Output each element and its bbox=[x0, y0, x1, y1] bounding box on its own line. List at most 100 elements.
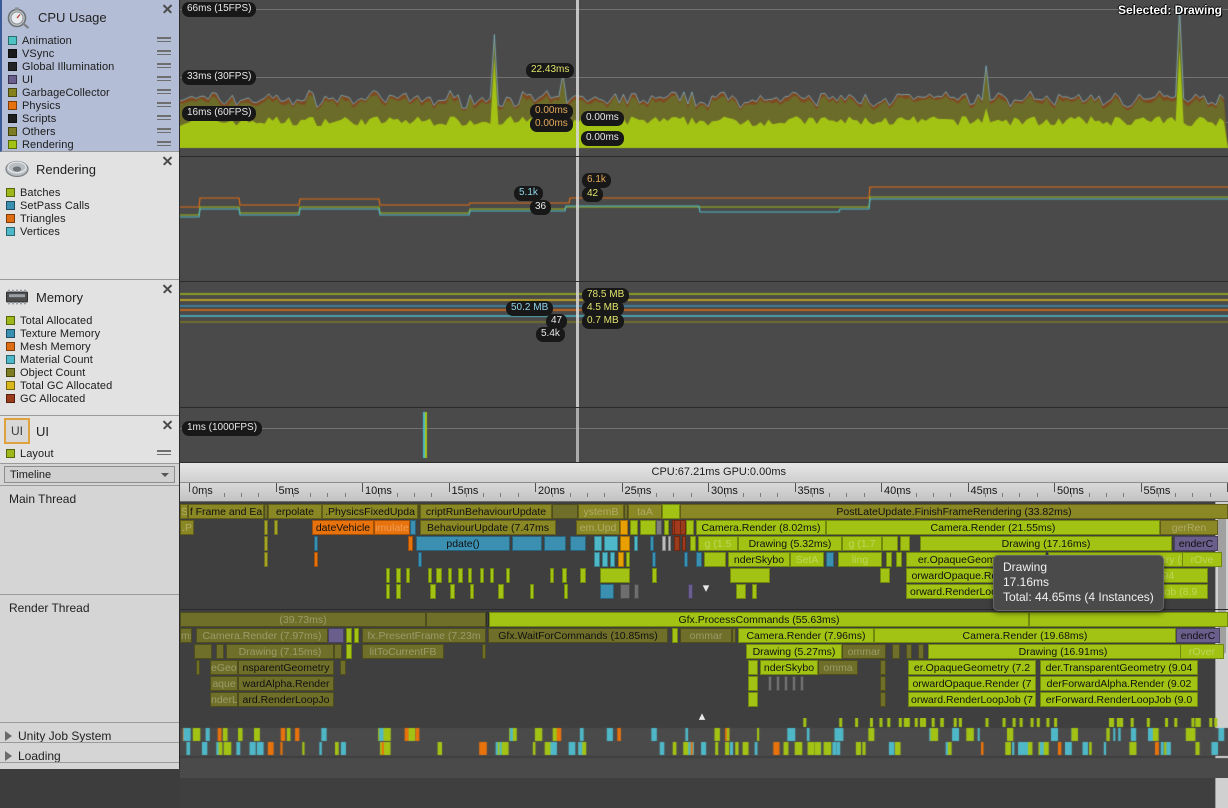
timeline-sample-block[interactable] bbox=[544, 536, 566, 551]
timeline-sample-block[interactable] bbox=[620, 520, 628, 535]
timeline-sample-block[interactable] bbox=[768, 676, 772, 691]
cpu-usage-chart[interactable]: 66ms (15FPS) 33ms (30FPS) 16ms (60FPS) 2… bbox=[180, 0, 1228, 157]
timeline-sample-block[interactable] bbox=[406, 568, 410, 583]
timeline-sample-block[interactable] bbox=[1029, 612, 1228, 627]
timeline-sample-block[interactable] bbox=[386, 584, 390, 599]
timeline-sample-block[interactable] bbox=[530, 584, 534, 599]
timeline-sample[interactable]: er.OpaqueGeometry (7.2 bbox=[908, 660, 1036, 675]
module-ui[interactable]: UI UI Layout bbox=[0, 416, 179, 464]
frame-cursor[interactable] bbox=[576, 157, 579, 281]
timeline-sample[interactable]: Camera.Render (21.55ms) bbox=[826, 520, 1160, 535]
timeline-sample-block[interactable] bbox=[880, 568, 890, 583]
timeline-sample-block[interactable] bbox=[506, 568, 510, 583]
thread-label-render-thread[interactable]: Render Thread bbox=[0, 594, 179, 720]
legend-item-triangles[interactable]: Triangles bbox=[6, 212, 179, 225]
drag-handle-icon[interactable] bbox=[157, 102, 171, 109]
timeline-sample-block[interactable] bbox=[458, 568, 463, 583]
collapse-chevron-down-icon[interactable]: ▾ bbox=[696, 581, 716, 594]
timeline-sample[interactable]: aque bbox=[210, 676, 238, 691]
timeline-sample-block[interactable] bbox=[664, 520, 669, 535]
timeline-sample[interactable]: nderL bbox=[210, 692, 238, 707]
legend-item-global-illumination[interactable]: Global Illumination bbox=[8, 60, 179, 73]
timeline-sample-block[interactable] bbox=[640, 520, 656, 535]
legend-item-ui[interactable]: UI bbox=[8, 73, 179, 86]
timeline-sample[interactable]: nderSkybo bbox=[760, 660, 818, 675]
timeline-body[interactable]: Sf Frame and Ea erpolate .PhysicsFixedUpda… bbox=[180, 502, 1228, 808]
timeline-sample[interactable]: nderSkybo bbox=[728, 552, 790, 567]
timeline-sample[interactable]: Drawing (5.32ms) bbox=[738, 536, 842, 551]
timeline-sample-block[interactable] bbox=[672, 628, 678, 643]
module-rendering[interactable]: Rendering Batches SetPass Calls Triangle… bbox=[0, 152, 179, 280]
timeline-sample[interactable]: (39.73ms) bbox=[180, 612, 426, 627]
timeline-sample-block[interactable] bbox=[346, 644, 352, 659]
rendering-chart[interactable]: 5.1k 36 6.1k 42 bbox=[180, 157, 1228, 282]
timeline-sample[interactable]: erForward.RenderLoopJob (9.0 bbox=[1040, 692, 1198, 707]
timeline-sample-block[interactable] bbox=[580, 568, 586, 583]
legend-item-texture-memory[interactable]: Texture Memory bbox=[6, 327, 179, 340]
timeline-sample-block[interactable] bbox=[448, 568, 452, 583]
timeline-sample-block[interactable] bbox=[428, 568, 432, 583]
timeline-sample-block[interactable] bbox=[748, 660, 758, 675]
timeline-sample-block[interactable] bbox=[570, 536, 586, 551]
frame-cursor[interactable] bbox=[576, 408, 579, 462]
timeline-sample[interactable]: orwardOpaque.Render (7 bbox=[908, 676, 1036, 691]
frame-cursor[interactable] bbox=[576, 0, 579, 156]
legend-item-object-count[interactable]: Object Count bbox=[6, 366, 179, 379]
timeline-sample-block[interactable] bbox=[194, 644, 212, 659]
timeline-sample-block[interactable] bbox=[880, 692, 886, 707]
timeline-sample[interactable]: omma bbox=[818, 660, 858, 675]
timeline-sample[interactable]: Gfx.ProcessCommands (55.63ms) bbox=[489, 612, 1029, 627]
timeline-sample-block[interactable] bbox=[880, 660, 886, 675]
timeline-sample-block[interactable] bbox=[468, 568, 472, 583]
timeline-sample-block[interactable] bbox=[562, 568, 567, 583]
timeline-sample-block[interactable] bbox=[752, 584, 757, 599]
timeline-sample-block[interactable] bbox=[630, 520, 638, 535]
timeline-sample-block[interactable] bbox=[704, 552, 726, 567]
drag-handle-icon[interactable] bbox=[157, 37, 171, 44]
drag-handle-icon[interactable] bbox=[157, 115, 171, 122]
close-icon[interactable] bbox=[162, 419, 173, 430]
drag-handle-icon[interactable] bbox=[157, 63, 171, 70]
timeline-sample-block[interactable] bbox=[618, 552, 624, 567]
timeline-sample[interactable]: g (1.7 bbox=[842, 536, 882, 551]
timeline-sample[interactable]: Drawing (16.91ms) bbox=[928, 644, 1198, 659]
timeline-sample-block[interactable] bbox=[264, 520, 268, 535]
timeline-sample-block[interactable] bbox=[564, 584, 568, 599]
timeline-sample-block[interactable] bbox=[650, 536, 654, 551]
timeline-sample[interactable]: Camera.Render (7.96ms) bbox=[738, 628, 874, 643]
timeline-sample[interactable]: imulate bbox=[374, 520, 410, 535]
close-icon[interactable] bbox=[162, 155, 173, 166]
timeline-sample-block[interactable] bbox=[688, 584, 693, 599]
timeline-sample-block[interactable] bbox=[436, 568, 442, 583]
timeline-sample-block[interactable] bbox=[656, 520, 662, 535]
drag-handle-icon[interactable] bbox=[157, 76, 171, 83]
timeline-sample-block[interactable] bbox=[216, 644, 224, 659]
legend-item-layout[interactable]: Layout bbox=[6, 447, 179, 460]
legend-item-scripts[interactable]: Scripts bbox=[8, 112, 179, 125]
timeline-sample[interactable]: criptRunBehaviourUpdate bbox=[420, 504, 552, 519]
timeline-sample[interactable]: gerRen bbox=[1160, 520, 1218, 535]
timeline-sample[interactable]: ystemB bbox=[578, 504, 624, 519]
drag-handle-icon[interactable] bbox=[157, 128, 171, 135]
timeline-sample[interactable]: rOver bbox=[1180, 644, 1224, 659]
timeline-sample-block[interactable] bbox=[600, 584, 614, 599]
timeline-sample-block[interactable] bbox=[748, 676, 758, 691]
timeline-sample-block[interactable] bbox=[594, 536, 602, 551]
timeline-sample[interactable]: ling bbox=[838, 552, 882, 567]
timeline-sample-block[interactable] bbox=[696, 552, 702, 567]
legend-item-batches[interactable]: Batches bbox=[6, 186, 179, 199]
timeline-sample-block[interactable] bbox=[730, 568, 770, 583]
timeline-sample-block[interactable] bbox=[418, 552, 422, 567]
timeline-sample[interactable]: Camera.Render (7.97ms) bbox=[196, 628, 328, 643]
timeline-sample[interactable]: fx.PresentFrame (7.23m bbox=[362, 628, 486, 643]
timeline-sample-block[interactable] bbox=[408, 536, 413, 551]
drag-handle-icon[interactable] bbox=[157, 89, 171, 96]
timeline-sample[interactable]: ms) bbox=[180, 628, 192, 643]
timeline-sample[interactable]: pdate() bbox=[416, 536, 510, 551]
timeline-sample-block[interactable] bbox=[792, 676, 796, 691]
ui-chart[interactable]: 1ms (1000FPS) bbox=[180, 408, 1228, 463]
timeline-sample[interactable]: enderC bbox=[1176, 628, 1220, 643]
timeline-sample-block[interactable] bbox=[196, 660, 200, 675]
timeline-sample-block[interactable] bbox=[652, 568, 657, 583]
timeline-sample-block[interactable] bbox=[552, 504, 578, 519]
